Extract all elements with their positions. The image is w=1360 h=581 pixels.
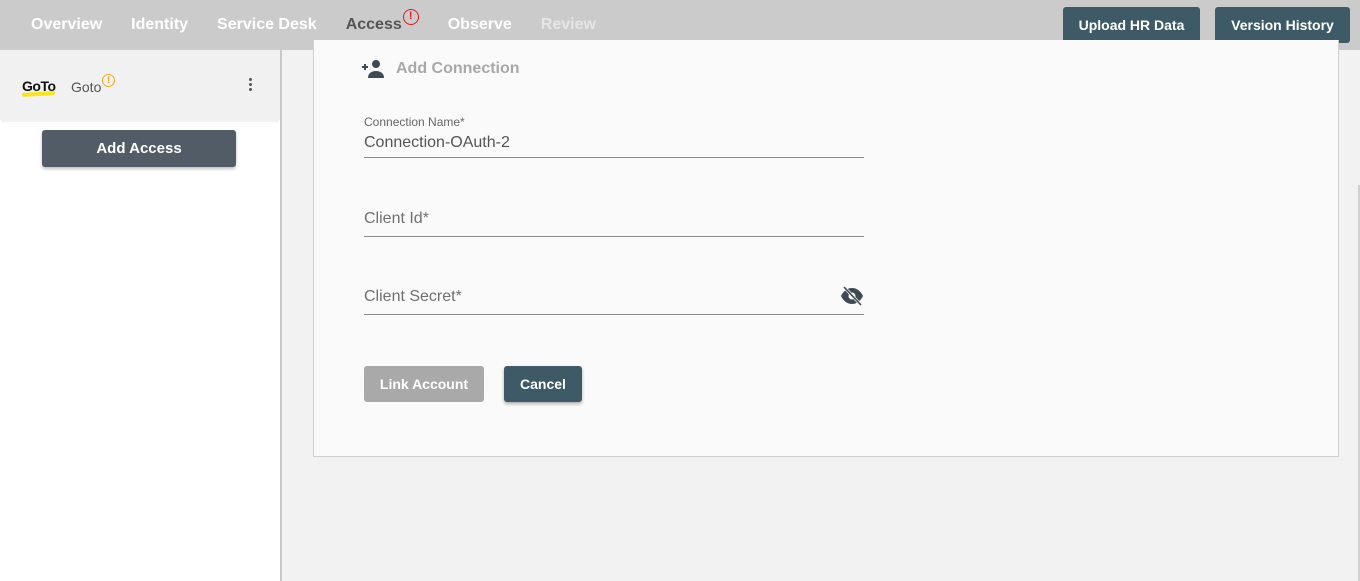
logo-underline [21,91,56,97]
app-name: Goto [71,79,102,95]
add-person-icon [362,60,384,78]
nav-tab-label: Access [345,16,402,33]
form-title: Add Connection [396,60,520,77]
alert-icon: ! [402,9,419,25]
more-options-icon[interactable] [244,78,256,96]
connection-name-label: Connection Name* [364,115,465,129]
visibility-off-icon[interactable] [840,286,864,306]
nav-tab-review: Review [541,16,596,34]
nav-tab-label: Review [540,16,596,33]
add-connection-form: Add Connection Connection Name* Connecti… [313,40,1339,457]
warning-icon: ! [102,74,115,87]
nav-tab-overview[interactable]: Overview [31,16,102,34]
connection-name-input[interactable]: Connection-OAuth-2 [364,134,510,152]
goto-logo: GoTo [21,78,56,97]
client-id-field[interactable]: Client Id* [364,188,864,237]
cancel-button[interactable]: Cancel [504,366,582,402]
nav-tab-label: Observe [447,16,512,33]
client-id-input[interactable]: Client Id* [364,210,429,228]
client-secret-input[interactable]: Client Secret* [364,288,462,306]
link-account-button: Link Account [364,366,484,402]
upload-hr-data-button[interactable]: Upload HR Data [1063,7,1200,43]
nav-tab-service-desk[interactable]: Service Desk [217,16,317,34]
form-header: Add Connection [362,59,520,79]
nav-tab-label: Identity [131,16,189,33]
version-history-button[interactable]: Version History [1215,7,1350,43]
connection-name-field[interactable]: Connection Name* Connection-OAuth-2 [364,110,864,158]
nav-tab-observe[interactable]: Observe [448,16,512,34]
sidebar: GoTo Goto ! Add Access [0,50,282,581]
nav-tab-access[interactable]: Access ! [345,9,419,54]
client-secret-field[interactable]: Client Secret* [364,266,864,315]
nav-tab-label: Service Desk [217,16,317,33]
nav-tab-identity[interactable]: Identity [131,16,188,34]
add-access-button[interactable]: Add Access [42,130,236,167]
nav-tab-label: Overview [31,16,103,33]
app-list-item[interactable]: GoTo Goto ! [0,50,280,122]
